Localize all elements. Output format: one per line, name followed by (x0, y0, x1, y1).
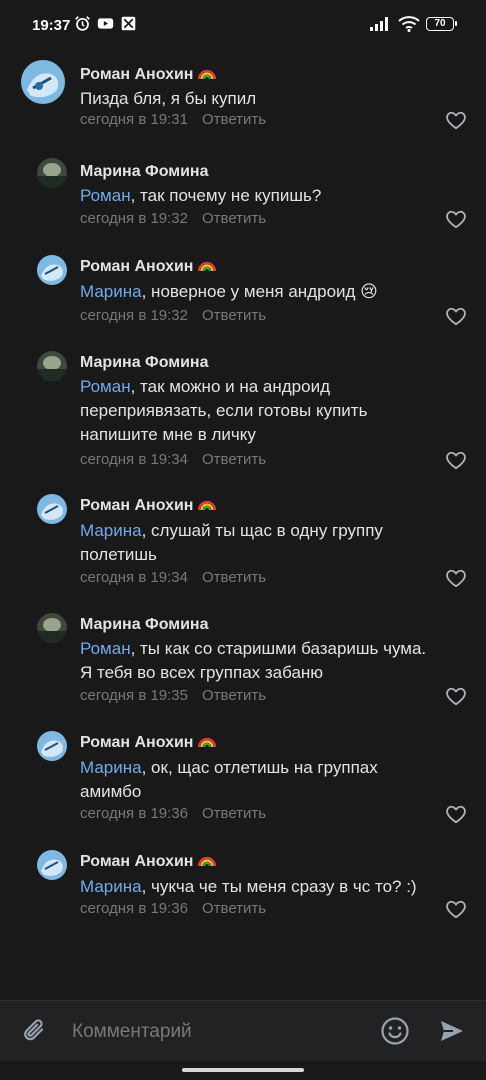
comment-text: Марина, чукча че ты меня сразу в чс то? … (80, 877, 417, 896)
comment-text: Марина, слушай ты щас в одну группу поле… (80, 521, 383, 564)
comment-time: сегодня в 19:34 (80, 451, 188, 468)
heart-icon[interactable] (445, 899, 467, 919)
rainbow-emoji-icon (198, 500, 217, 511)
comment-author[interactable]: Роман Анохин (80, 853, 217, 871)
comment-time: сегодня в 19:36 (80, 805, 188, 822)
comment-author[interactable]: Марина Фомина (80, 616, 209, 634)
comment-time: сегодня в 19:34 (80, 569, 188, 586)
reply-button[interactable]: Ответить (202, 569, 266, 586)
wifi-icon (398, 16, 420, 32)
mention-link[interactable]: Роман (80, 377, 131, 396)
comment-input[interactable] (70, 1016, 364, 1048)
reply-button[interactable]: Ответить (202, 687, 266, 704)
comment-meta: сегодня в 19:34 Ответить (80, 569, 266, 586)
youtube-icon (97, 18, 114, 29)
comment-meta: сегодня в 19:36 Ответить (80, 805, 266, 822)
comment-author[interactable]: Роман Анохин (80, 734, 217, 752)
comment-author[interactable]: Роман Анохин (80, 258, 217, 276)
reply-button[interactable]: Ответить (202, 307, 266, 324)
rainbow-emoji-icon (198, 737, 217, 748)
comment-time: сегодня в 19:36 (80, 900, 188, 917)
heart-icon[interactable] (445, 450, 467, 470)
comment-meta: сегодня в 19:32 Ответить (80, 210, 266, 227)
heart-icon[interactable] (445, 110, 467, 130)
rainbow-emoji-icon (198, 856, 217, 867)
comment-time: сегодня в 19:32 (80, 307, 188, 324)
comment-meta: сегодня в 19:35 Ответить (80, 687, 266, 704)
mention-link[interactable]: Роман (80, 186, 131, 205)
mention-link[interactable]: Марина (80, 877, 142, 896)
comment-time: сегодня в 19:31 (80, 111, 188, 128)
comment-text: Марина, новерное у меня андроид 😢 (80, 282, 378, 301)
battery-icon: 70 (426, 17, 457, 31)
comment-text: Пизда бля, я бы купил (80, 89, 257, 108)
mention-link[interactable]: Роман (80, 639, 131, 658)
reply-button[interactable]: Ответить (202, 111, 266, 128)
comment-meta: сегодня в 19:32 Ответить (80, 307, 266, 324)
status-bar: 19:37 70 (0, 0, 486, 52)
avatar[interactable] (37, 351, 67, 381)
comment-time: сегодня в 19:32 (80, 210, 188, 227)
mention-link[interactable]: Марина (80, 758, 142, 777)
comment-text: Роман, ты как со старишми базаришь чума.… (80, 639, 427, 682)
paperclip-icon[interactable] (21, 1017, 49, 1045)
comment-composer (0, 1000, 486, 1061)
comment-text: Роман, так можно и на андроид переприявя… (80, 377, 368, 444)
app-notification-icon (121, 16, 136, 31)
status-time: 19:37 (32, 17, 71, 34)
comment-author[interactable]: Марина Фомина (80, 163, 209, 181)
heart-icon[interactable] (445, 568, 467, 588)
comment-author[interactable]: Марина Фомина (80, 354, 209, 372)
alarm-icon (75, 16, 90, 31)
home-handle[interactable] (182, 1068, 304, 1072)
comment-meta: сегодня в 19:34 Ответить (80, 451, 266, 468)
reply-button[interactable]: Ответить (202, 451, 266, 468)
send-icon[interactable] (438, 1017, 466, 1045)
comment-time: сегодня в 19:35 (80, 687, 188, 704)
emoji-icon[interactable] (380, 1016, 410, 1046)
heart-icon[interactable] (445, 306, 467, 326)
signal-icon (370, 17, 388, 31)
rainbow-emoji-icon (198, 261, 217, 272)
heart-icon[interactable] (445, 209, 467, 229)
reply-button[interactable]: Ответить (202, 805, 266, 822)
avatar[interactable] (37, 158, 67, 188)
mention-link[interactable]: Марина (80, 282, 142, 301)
avatar[interactable] (37, 850, 67, 880)
reply-button[interactable]: Ответить (202, 900, 266, 917)
comment-meta: сегодня в 19:31 Ответить (80, 111, 266, 128)
comment-meta: сегодня в 19:36 Ответить (80, 900, 266, 917)
heart-icon[interactable] (445, 686, 467, 706)
gesture-bar (0, 1061, 486, 1080)
comment-text: Роман, так почему не купишь? (80, 186, 322, 205)
rainbow-emoji-icon (198, 69, 217, 80)
mention-link[interactable]: Марина (80, 521, 142, 540)
comment-author[interactable]: Роман Анохин (80, 497, 217, 515)
avatar[interactable] (37, 255, 67, 285)
comment-text: Марина, ок, щас отлетишь на группах амим… (80, 758, 378, 801)
avatar[interactable] (37, 731, 67, 761)
avatar[interactable] (21, 60, 65, 104)
reply-button[interactable]: Ответить (202, 210, 266, 227)
comment-author[interactable]: Роман Анохин (80, 66, 217, 84)
avatar[interactable] (37, 494, 67, 524)
heart-icon[interactable] (445, 804, 467, 824)
avatar[interactable] (37, 613, 67, 643)
